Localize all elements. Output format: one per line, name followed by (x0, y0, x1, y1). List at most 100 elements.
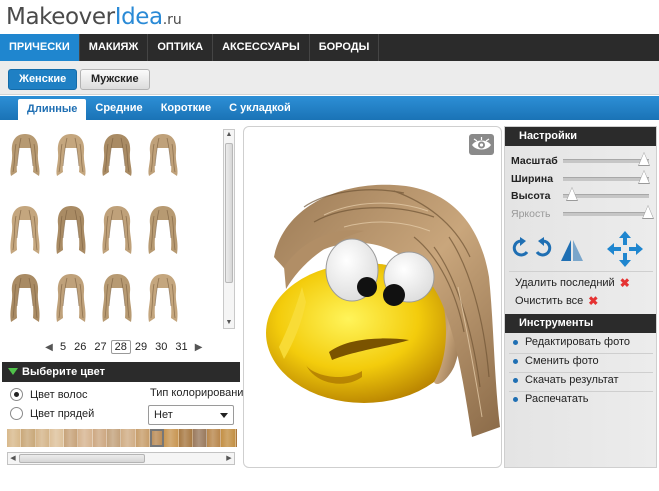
move-arrows-icon[interactable] (606, 230, 644, 271)
color-swatch[interactable] (78, 429, 93, 447)
nav-makeup[interactable]: МАКИЯЖ (80, 34, 149, 61)
radio-strands-color[interactable]: Цвет прядей (10, 407, 94, 420)
hairstyle-thumbnail[interactable] (53, 272, 89, 324)
tab-long[interactable]: Длинные (18, 99, 87, 120)
divider (509, 372, 653, 373)
color-swatch[interactable] (121, 429, 136, 447)
color-swatch[interactable] (49, 429, 65, 447)
tab-short[interactable]: Короткие (152, 96, 220, 120)
hairstyle-thumbnail[interactable] (53, 132, 89, 184)
slider-track[interactable] (563, 170, 653, 186)
color-swatch[interactable] (178, 429, 193, 447)
radio-unselected-icon (10, 407, 23, 420)
slider-height-label: Высота (511, 190, 551, 202)
color-swatch[interactable] (107, 429, 122, 447)
page-link[interactable]: 31 (171, 341, 191, 353)
color-section-title: Выберите цвет (22, 366, 106, 378)
slider-height[interactable]: Высота (511, 187, 653, 205)
color-swatch[interactable] (164, 429, 179, 447)
clear-all-label: Очистить все (515, 295, 584, 307)
tools-header: Инструменты (505, 314, 656, 333)
change-photo-label: Сменить фото (525, 355, 599, 367)
scroll-right-icon[interactable]: ▶ (224, 453, 234, 464)
hairstyle-thumbnail[interactable] (7, 272, 43, 324)
clear-all-button[interactable]: Очистить все ✖ (515, 294, 598, 308)
nav-accessories[interactable]: АКСЕССУАРЫ (213, 34, 310, 61)
color-swatch[interactable] (64, 429, 79, 447)
scroll-up-icon[interactable]: ▲ (225, 130, 233, 140)
color-swatch[interactable] (149, 429, 165, 447)
page-link[interactable]: 26 (70, 341, 90, 353)
page-current[interactable]: 28 (110, 340, 131, 354)
slider-scale[interactable]: Масштаб (511, 152, 653, 170)
nav-hairstyles[interactable]: ПРИЧЕСКИ (0, 34, 80, 61)
color-swatch[interactable] (21, 429, 36, 447)
page-link[interactable]: 27 (90, 341, 110, 353)
delete-last-label: Удалить последний (515, 277, 615, 289)
slider-width[interactable]: Ширина (511, 170, 653, 188)
site-logo[interactable]: Makeover Idea .ru (6, 4, 182, 32)
scrollbar-thumb[interactable] (19, 454, 145, 463)
scrollbar-thumb[interactable] (225, 143, 233, 283)
coloring-type-select[interactable]: Нет (148, 405, 234, 425)
color-swatch[interactable] (235, 429, 237, 447)
swatch-scrollbar[interactable]: ◀ ▶ (7, 452, 235, 465)
color-section-header[interactable]: Выберите цвет (2, 362, 240, 382)
slider-track[interactable] (563, 152, 653, 168)
slider-track (563, 205, 654, 221)
page-link[interactable]: 5 (56, 341, 70, 353)
tab-medium[interactable]: Средние (86, 96, 151, 120)
logo-part-makeover: Makeover (6, 4, 115, 30)
nav-optics[interactable]: ОПТИКА (148, 34, 214, 61)
clear-x-icon: ✖ (588, 294, 599, 308)
hairstyle-thumbnail[interactable] (99, 132, 135, 184)
hairstyle-thumbnail[interactable] (145, 204, 181, 256)
arrow-right-icon[interactable]: ▶ (192, 342, 206, 353)
male-button[interactable]: Мужские (80, 69, 150, 90)
color-swatch[interactable] (192, 429, 208, 447)
tab-styled[interactable]: С укладкой (220, 96, 300, 120)
hairstyle-thumbnail[interactable] (7, 204, 43, 256)
edit-photo-link[interactable]: Редактировать фото (513, 336, 630, 348)
hairstyle-thumbnail[interactable] (53, 204, 89, 256)
color-swatch[interactable] (207, 429, 222, 447)
change-photo-link[interactable]: Сменить фото (513, 355, 599, 367)
rotate-left-icon[interactable] (510, 237, 532, 262)
rotate-right-icon[interactable] (532, 237, 554, 262)
logo-part-idea: Idea (114, 4, 163, 30)
eye-icon[interactable] (469, 134, 494, 155)
female-button[interactable]: Женские (8, 69, 78, 90)
slider-knob[interactable] (638, 152, 650, 167)
slider-track[interactable] (563, 187, 653, 203)
download-result-link[interactable]: Скачать результат (513, 374, 619, 386)
hairstyle-thumbnail[interactable] (145, 272, 181, 324)
arrow-left-icon[interactable]: ◀ (42, 342, 56, 353)
delete-last-button[interactable]: Удалить последний ✖ (515, 276, 630, 290)
page-link[interactable]: 29 (131, 341, 151, 353)
photo-canvas[interactable] (243, 126, 502, 468)
slider-scale-label: Масштаб (511, 155, 558, 167)
preview-image (266, 184, 500, 437)
color-swatches (7, 429, 237, 447)
color-swatch[interactable] (92, 429, 108, 447)
settings-panel: Настройки Масштаб Ширина Высота Яркость (504, 126, 657, 468)
flip-horizontal-icon[interactable] (560, 238, 584, 265)
slider-knob[interactable] (638, 170, 650, 185)
hairstyle-thumbnail[interactable] (7, 132, 43, 184)
slider-knob[interactable] (566, 187, 578, 202)
nav-beards[interactable]: БОРОДЫ (310, 34, 380, 61)
hairstyle-thumbnail[interactable] (145, 132, 181, 184)
print-link[interactable]: Распечатать (513, 393, 588, 405)
color-swatch[interactable] (221, 429, 236, 447)
hairstyle-scrollbar[interactable]: ▲ ▼ (223, 129, 235, 329)
scroll-down-icon[interactable]: ▼ (225, 318, 233, 328)
slider-brightness-label: Яркость (511, 208, 551, 220)
page-link[interactable]: 30 (151, 341, 171, 353)
radio-hair-color[interactable]: Цвет волос (10, 388, 87, 401)
hairstyle-thumbnail[interactable] (99, 272, 135, 324)
color-swatch[interactable] (35, 429, 50, 447)
scroll-left-icon[interactable]: ◀ (8, 453, 18, 464)
color-swatch[interactable] (7, 429, 22, 447)
hairstyle-thumbnail[interactable] (99, 204, 135, 256)
color-swatch[interactable] (135, 429, 150, 447)
